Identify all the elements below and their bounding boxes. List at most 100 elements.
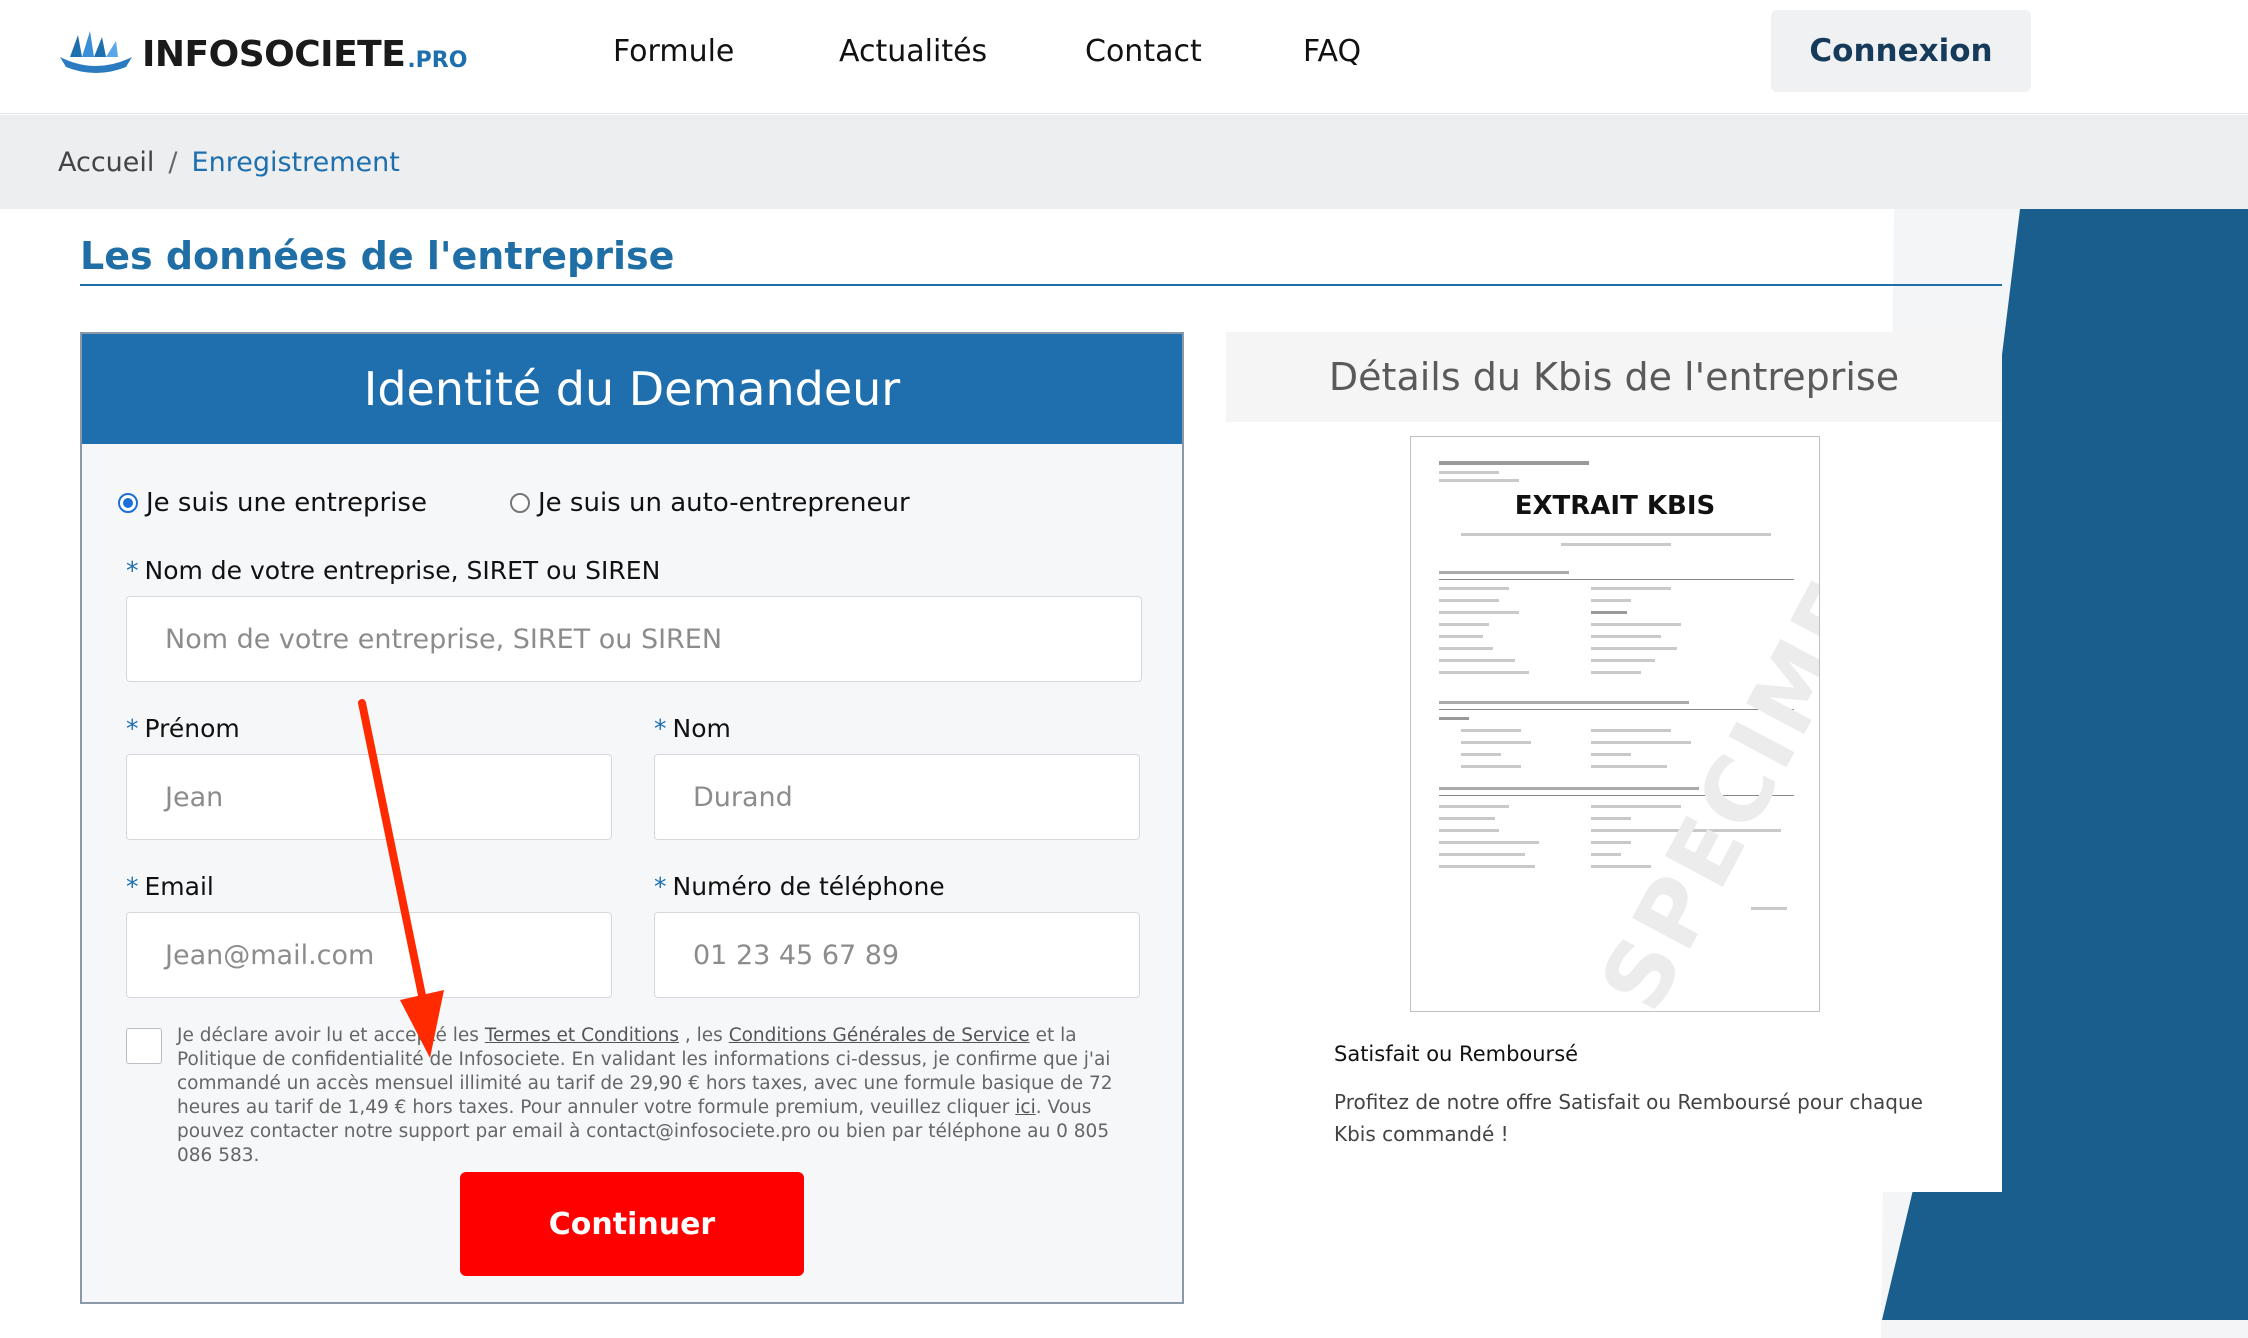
required-marker: * [654,872,667,901]
phone-label: * Numéro de téléphone [654,872,945,901]
kbis-text-line [1439,817,1495,820]
phone-input[interactable]: 01 23 45 67 89 [654,912,1140,998]
kbis-text-line [1591,841,1631,844]
kbis-text-line [1591,635,1661,638]
terms-checkbox[interactable] [126,1028,162,1064]
login-button[interactable]: Connexion [1771,10,2031,92]
radio-auto-entrepreneur[interactable] [510,493,530,513]
kbis-text-line [1591,729,1671,732]
kbis-text-line [1439,479,1519,482]
kbis-title: EXTRAIT KBIS [1514,491,1716,521]
kbis-text-line [1439,853,1525,856]
phone-label-text: Numéro de téléphone [672,872,945,901]
kbis-text-line [1591,753,1631,756]
kbis-text-line [1591,611,1627,614]
nav-formule[interactable]: Formule [613,0,734,102]
logo-ship-icon [60,31,132,73]
email-input[interactable]: Jean@mail.com [126,912,612,998]
kbis-text-line [1439,829,1499,832]
guarantee-text: Profitez de notre offre Satisfait ou Rem… [1334,1090,1923,1146]
kbis-rule [1439,579,1794,580]
kbis-text-line [1461,753,1501,756]
kbis-text-line [1591,741,1691,744]
logo-suffix: .PRO [407,47,468,73]
firstname-label: * Prénom [126,714,240,743]
details-title: Détails du Kbis de l'entreprise [1226,332,2002,422]
terms-link[interactable]: Termes et Conditions [485,1025,679,1046]
radio-company-option[interactable]: Je suis une entreprise [118,488,427,518]
kbis-text-line [1591,659,1655,662]
kbis-text-line [1461,741,1531,744]
kbis-text-line [1439,659,1515,662]
kbis-specimen-image: EXTRAIT KBIS SPECIMEN [1410,436,1820,1012]
required-marker: * [126,556,139,585]
kbis-text-line [1439,635,1483,638]
kbis-text-line [1461,533,1771,536]
kbis-text-line [1439,701,1689,704]
title-divider [80,284,2002,286]
required-marker: * [126,714,139,743]
breadcrumb-separator: / [168,146,178,178]
kbis-text-line [1591,623,1681,626]
breadcrumb-home-link[interactable]: Accueil [58,147,154,178]
company-label-text: Nom de votre entreprise, SIRET ou SIREN [144,556,661,585]
lastname-input[interactable]: Durand [654,754,1140,840]
terms-text-part: Je déclare avoir lu et accepté les [177,1025,485,1046]
page-title: Les données de l'entreprise [80,234,675,278]
kbis-text-line [1439,571,1569,574]
kbis-text-line [1591,805,1681,808]
radio-company[interactable] [118,493,138,513]
kbis-text-line [1439,841,1539,844]
kbis-text-line [1591,817,1631,820]
firstname-input[interactable]: Jean [126,754,612,840]
kbis-text-line [1461,765,1521,768]
required-marker: * [126,872,139,901]
requester-form: Identité du Demandeur Je suis une entrep… [80,332,1184,1304]
kbis-text-line [1439,717,1469,720]
breadcrumb-current: Enregistrement [191,146,400,178]
top-navigation-bar: INFOSOCIETE .PRO Formule Actualités Cont… [0,0,2248,114]
kbis-text-line [1439,647,1493,650]
email-label-text: Email [144,872,214,901]
nav-contact[interactable]: Contact [1085,0,1202,102]
nav-faq-label[interactable]: FAQ [1303,34,1361,69]
kbis-text-line [1561,543,1671,546]
kbis-text-line [1439,587,1509,590]
kbis-text-line [1591,587,1671,590]
nav-actualites-label[interactable]: Actualités [839,34,987,69]
nav-actualites[interactable]: Actualités [839,0,987,102]
form-header: Identité du Demandeur [82,334,1182,444]
kbis-text-line [1439,471,1499,474]
continue-button[interactable]: Continuer [460,1172,804,1276]
kbis-text-line [1591,647,1677,650]
breadcrumb: Accueil / Enregistrement [0,115,2248,209]
nav-faq[interactable]: FAQ [1303,0,1361,102]
lastname-label: * Nom [654,714,731,743]
radio-company-label[interactable]: Je suis une entreprise [146,488,427,518]
radio-auto-label[interactable]: Je suis un auto-entrepreneur [538,488,910,518]
terms-text: Je déclare avoir lu et accepté les Terme… [177,1024,1137,1168]
cgs-link[interactable]: Conditions Générales de Service [729,1025,1030,1046]
radio-auto-option[interactable]: Je suis un auto-entrepreneur [510,488,910,518]
kbis-text-line [1591,671,1641,674]
company-input[interactable]: Nom de votre entreprise, SIRET ou SIREN [126,596,1142,682]
kbis-details-panel: Détails du Kbis de l'entreprise EXTRAIT … [1226,332,2002,1192]
logo-text: INFOSOCIETE [142,33,406,75]
kbis-text-line [1439,623,1489,626]
kbis-text-line [1591,853,1621,856]
company-label: * Nom de votre entreprise, SIRET ou SIREN [126,556,660,585]
cancel-link[interactable]: ici [1015,1097,1035,1118]
terms-text-part: , les [679,1025,729,1046]
kbis-text-line [1439,599,1499,602]
kbis-text-line [1439,461,1589,465]
kbis-text-line [1591,765,1667,768]
kbis-text-line [1751,907,1787,910]
kbis-text-line [1439,787,1699,790]
email-label: * Email [126,872,214,901]
site-logo[interactable]: INFOSOCIETE .PRO [56,26,467,82]
kbis-text-line [1439,805,1509,808]
kbis-text-line [1461,729,1521,732]
nav-formule-label[interactable]: Formule [613,34,734,69]
required-marker: * [654,714,667,743]
nav-contact-label[interactable]: Contact [1085,34,1202,69]
